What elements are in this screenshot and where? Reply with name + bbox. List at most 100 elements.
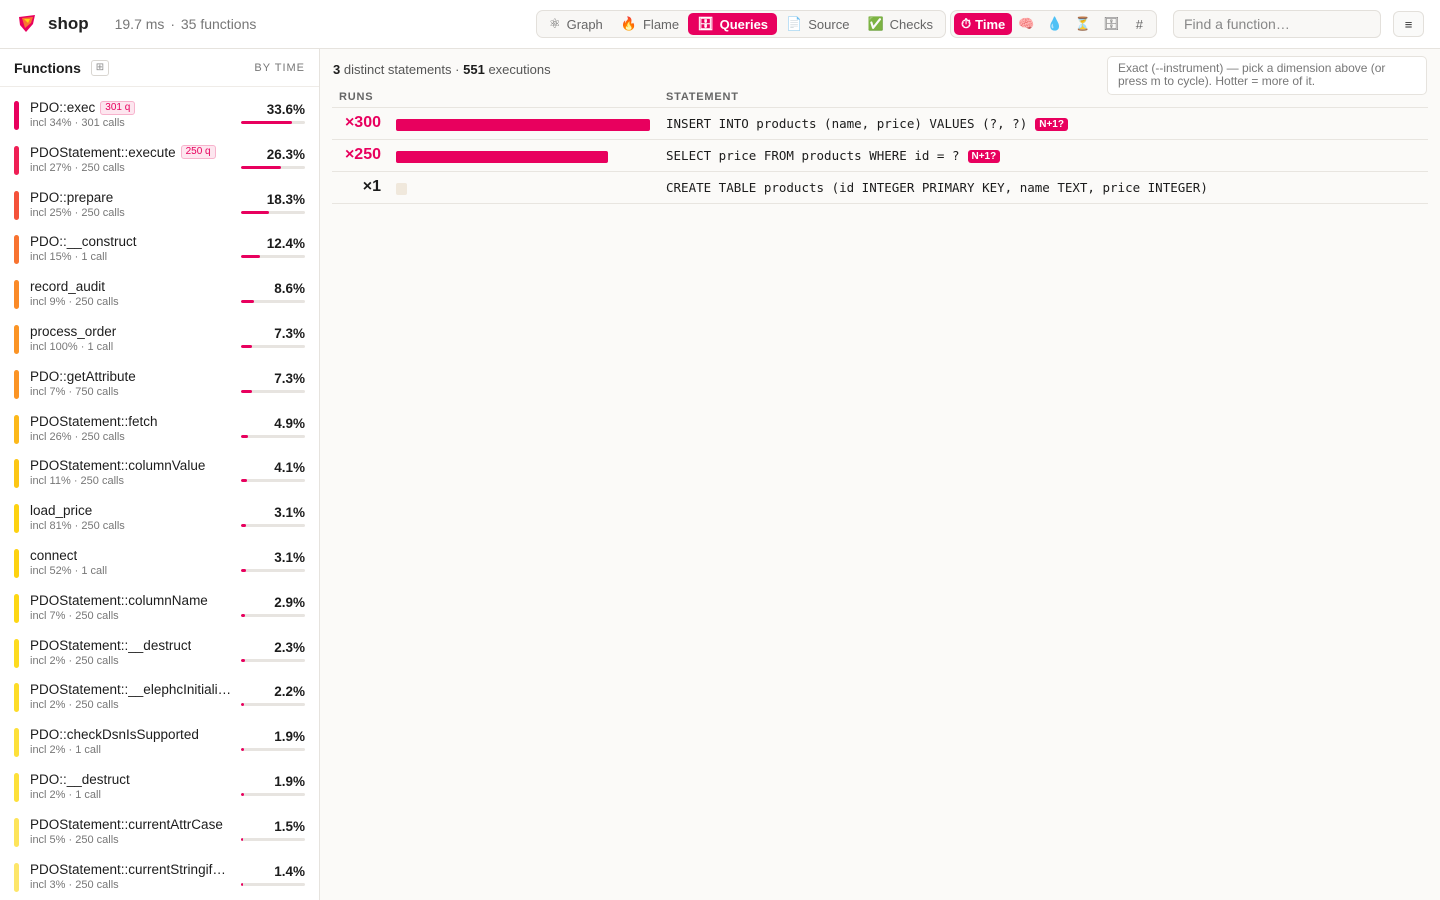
duration: 19.7 ms (114, 16, 165, 32)
function-percent: 18.3% (266, 191, 305, 207)
percent-bar-track (241, 389, 305, 393)
percent-bar-track (241, 882, 305, 886)
percent-bar-fill (241, 837, 244, 841)
percent-bar-track (241, 792, 305, 796)
function-name-line: PDO::exec 301 q (30, 100, 136, 115)
runs-cell: ×300 (332, 107, 666, 140)
dimension-wait[interactable]: ⏳ (1069, 13, 1097, 35)
function-percent: 12.4% (266, 236, 305, 252)
function-details: incl 7% · 250 calls (30, 609, 119, 622)
function-row[interactable]: PDO::__destruct incl 2% · 1 call 1.9% (0, 763, 319, 808)
heat-stripe (14, 369, 19, 399)
function-row[interactable]: PDO::prepare incl 25% · 250 calls 18.3% (0, 181, 319, 226)
function-row[interactable]: PDO::__construct incl 15% · 1 call 12.4% (0, 225, 319, 270)
queries-panel: 3 distinct statements · 551 executions E… (320, 49, 1440, 900)
tab-checks[interactable]: ✅ Checks (858, 13, 942, 35)
function-row[interactable]: process_order incl 100% · 1 call 7.3% (0, 315, 319, 360)
dimension-memory[interactable]: 🧠 (1012, 13, 1040, 35)
dimension-time[interactable]: ⏱ Time (954, 13, 1013, 35)
executions-count: 551 (463, 62, 485, 77)
function-percent: 1.4% (274, 863, 305, 879)
hash-icon: # (1135, 16, 1143, 32)
tab-label: Flame (642, 16, 680, 32)
tab-flame[interactable]: 🔥 Flame (612, 13, 688, 35)
heat-stripe (14, 593, 19, 623)
function-row[interactable]: PDOStatement::columnName incl 7% · 250 ca… (0, 584, 319, 629)
tab-source[interactable]: 📄 Source (777, 13, 858, 35)
percent-bar-fill (241, 121, 293, 124)
percent-bar-fill (241, 658, 245, 662)
function-percent: 4.9% (274, 415, 305, 431)
percent-bar-fill (241, 748, 244, 752)
table-row[interactable]: ×250 SELECT price FROM products WHERE id … (332, 139, 1428, 172)
percent-bar-fill (241, 300, 255, 304)
table-row[interactable]: ×1 CREATE TABLE products (id INTEGER PRIM… (332, 171, 1428, 204)
function-row[interactable]: PDO::exec 301 q incl 34% · 301 calls 33.6% (0, 91, 319, 136)
function-percent: 2.9% (274, 594, 305, 610)
function-name: load_price (30, 503, 93, 519)
function-percent: 7.3% (274, 325, 305, 341)
heat-stripe (14, 817, 19, 847)
tab-graph[interactable]: ⚛ Graph (540, 13, 612, 35)
function-row[interactable]: PDOStatement::currentAttrCase incl 5% · 2… (0, 808, 319, 853)
function-row[interactable]: PDOStatement::execute 250 q incl 27% · 250… (0, 136, 319, 181)
function-name: PDO::checkDsnIsSupported (30, 727, 199, 743)
function-row[interactable]: PDOStatement::fetch incl 26% · 250 calls 4… (0, 405, 319, 450)
dimension-leak[interactable]: 💧 (1040, 13, 1068, 35)
sort-toggle[interactable]: BY TIME (254, 62, 305, 74)
heat-stripe (14, 504, 19, 534)
heat-stripe (14, 638, 19, 668)
runs-bar (396, 150, 608, 163)
heat-stripe (14, 683, 19, 713)
dimension-count[interactable]: # (1125, 13, 1153, 35)
function-search-input[interactable] (1173, 10, 1381, 38)
percent-bar-track (241, 748, 305, 752)
function-row[interactable]: PDO::getAttribute incl 7% · 750 calls 7.3% (0, 360, 319, 405)
function-name: PDOStatement::columnName (30, 592, 208, 608)
runs-cell: ×250 (332, 139, 666, 172)
heat-stripe (14, 772, 19, 802)
statement-cell: CREATE TABLE products (id INTEGER PRIMAR… (666, 171, 1428, 204)
top-bar: shop 19.7 ms · 35 functions ⚛ Graph 🔥 Flam… (0, 0, 1440, 49)
tab-label: Graph (566, 16, 603, 32)
function-row[interactable]: PDO::checkDsnIsSupported incl 2% · 1 call… (0, 718, 319, 763)
menu-button[interactable]: ≡ (1393, 11, 1424, 37)
column-statement[interactable]: STATEMENT (666, 87, 1428, 108)
summary-separator: · (455, 62, 460, 77)
table-header-row: RUNS STATEMENT (332, 87, 1428, 108)
function-row[interactable]: PDOStatement::columnValue incl 11% · 250 … (0, 449, 319, 494)
function-name-line: PDOStatement::currentAttrCase (30, 817, 223, 832)
function-row[interactable]: PDOStatement::__destruct incl 2% · 250 ca… (0, 629, 319, 674)
tab-label: Source (808, 16, 850, 32)
sql-statement: INSERT INTO products (name, price) VALUE… (666, 115, 1028, 131)
column-runs[interactable]: RUNS (332, 87, 666, 108)
function-details: incl 9% · 250 calls (30, 296, 119, 309)
dimension-io[interactable]: 🗄 (1097, 13, 1126, 35)
function-details: incl 11% · 250 calls (30, 475, 124, 488)
query-count-badge: 301 q (100, 100, 136, 115)
function-details: incl 3% · 250 calls (30, 878, 119, 891)
heat-stripe (14, 459, 19, 489)
function-row[interactable]: PDOStatement::currentStringif… incl 3% · … (0, 853, 319, 898)
table-row[interactable]: ×300 INSERT INTO products (name, price) V… (332, 107, 1428, 140)
profile-stats: 19.7 ms · 35 functions (115, 16, 257, 32)
runs-bar (396, 182, 407, 195)
function-percent: 1.9% (274, 729, 305, 745)
runs-bar (396, 118, 650, 131)
grid-toggle-icon[interactable]: ⊞ (90, 59, 109, 76)
percent-bar-fill (241, 344, 253, 348)
function-name-line: process_order (30, 324, 116, 339)
function-row[interactable]: PDOStatement::__elephcInitiali… incl 2% ·… (0, 673, 319, 718)
function-percent: 1.9% (274, 773, 305, 789)
hourglass-icon: ⏳ (1074, 16, 1091, 31)
function-percent: 1.5% (274, 818, 305, 834)
function-row[interactable]: record_audit incl 9% · 250 calls 8.6% (0, 270, 319, 315)
heat-stripe (14, 190, 19, 220)
function-row[interactable]: connect incl 52% · 1 call 3.1% (0, 539, 319, 584)
percent-bar-track (241, 255, 305, 259)
tab-queries[interactable]: 🗄 Queries (688, 13, 778, 35)
function-name-line: PDOStatement::currentStringif… (30, 862, 226, 877)
function-name: process_order (30, 323, 117, 339)
function-name-line: PDOStatement::__destruct (30, 638, 191, 653)
function-row[interactable]: load_price incl 81% · 250 calls 3.1% (0, 494, 319, 539)
